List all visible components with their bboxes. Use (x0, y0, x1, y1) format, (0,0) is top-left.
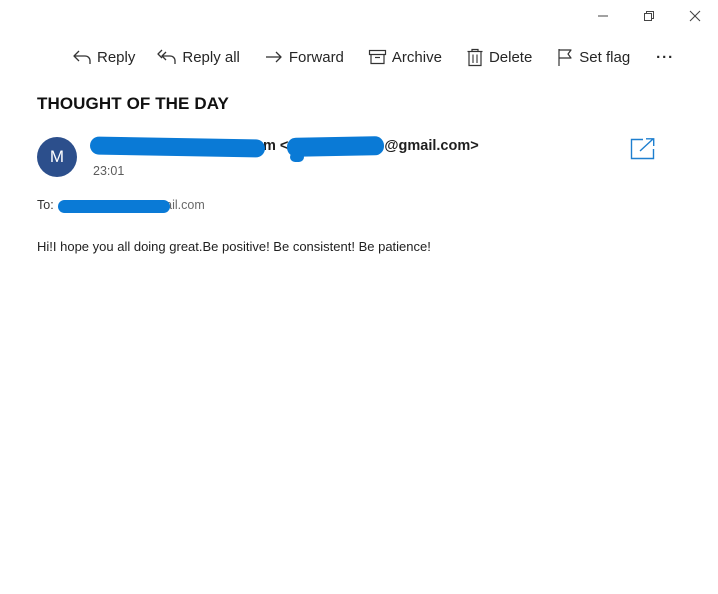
delete-button[interactable]: Delete (466, 48, 532, 67)
close-button[interactable] (684, 6, 706, 26)
open-in-new-window-icon (630, 138, 655, 160)
forward-label: Forward (288, 48, 344, 66)
reply-all-label: Reply all (182, 48, 240, 66)
to-label: To: (37, 198, 54, 212)
more-options-label: ··· (656, 48, 675, 66)
redaction-mark (89, 136, 266, 158)
minimize-icon (598, 15, 608, 17)
flag-icon (556, 48, 574, 67)
reply-label: Reply (97, 48, 136, 66)
reply-icon (72, 48, 92, 66)
reply-all-button[interactable]: Reply all (157, 48, 240, 66)
sender-avatar: M (37, 137, 77, 177)
set-flag-button[interactable]: Set flag (556, 48, 630, 67)
avatar-initial: M (49, 147, 65, 166)
close-icon (689, 10, 701, 22)
popout-button[interactable] (630, 137, 656, 161)
forward-button[interactable]: Forward (264, 48, 344, 66)
delete-label: Delete (488, 48, 533, 66)
message-toolbar: Reply Reply all Forward Archive Delete S… (72, 44, 674, 70)
message-body: Hi!I hope you all doing great.Be positiv… (37, 239, 431, 254)
message-subject: THOUGHT OF THE DAY (37, 94, 229, 113)
more-options-button[interactable]: ··· (656, 49, 674, 66)
forward-arrow-icon (264, 48, 284, 66)
sender-email-suffix: @gmail.com> (384, 138, 479, 154)
minimize-button[interactable] (592, 6, 614, 26)
redaction-mark (58, 200, 170, 213)
sender-visible-text: m < (263, 138, 289, 154)
archive-label: Archive (391, 48, 442, 66)
archive-icon (368, 48, 387, 66)
restore-button[interactable] (638, 6, 660, 26)
set-flag-label: Set flag (579, 48, 631, 66)
trash-icon (466, 48, 484, 67)
reply-button[interactable]: Reply (72, 48, 135, 66)
reply-all-icon (157, 48, 177, 66)
archive-button[interactable]: Archive (368, 48, 442, 66)
recipient-visible-suffix: ail.com (165, 198, 205, 212)
redaction-mark (290, 152, 304, 162)
message-time: 23:01 (93, 164, 125, 178)
restore-icon (644, 11, 654, 21)
